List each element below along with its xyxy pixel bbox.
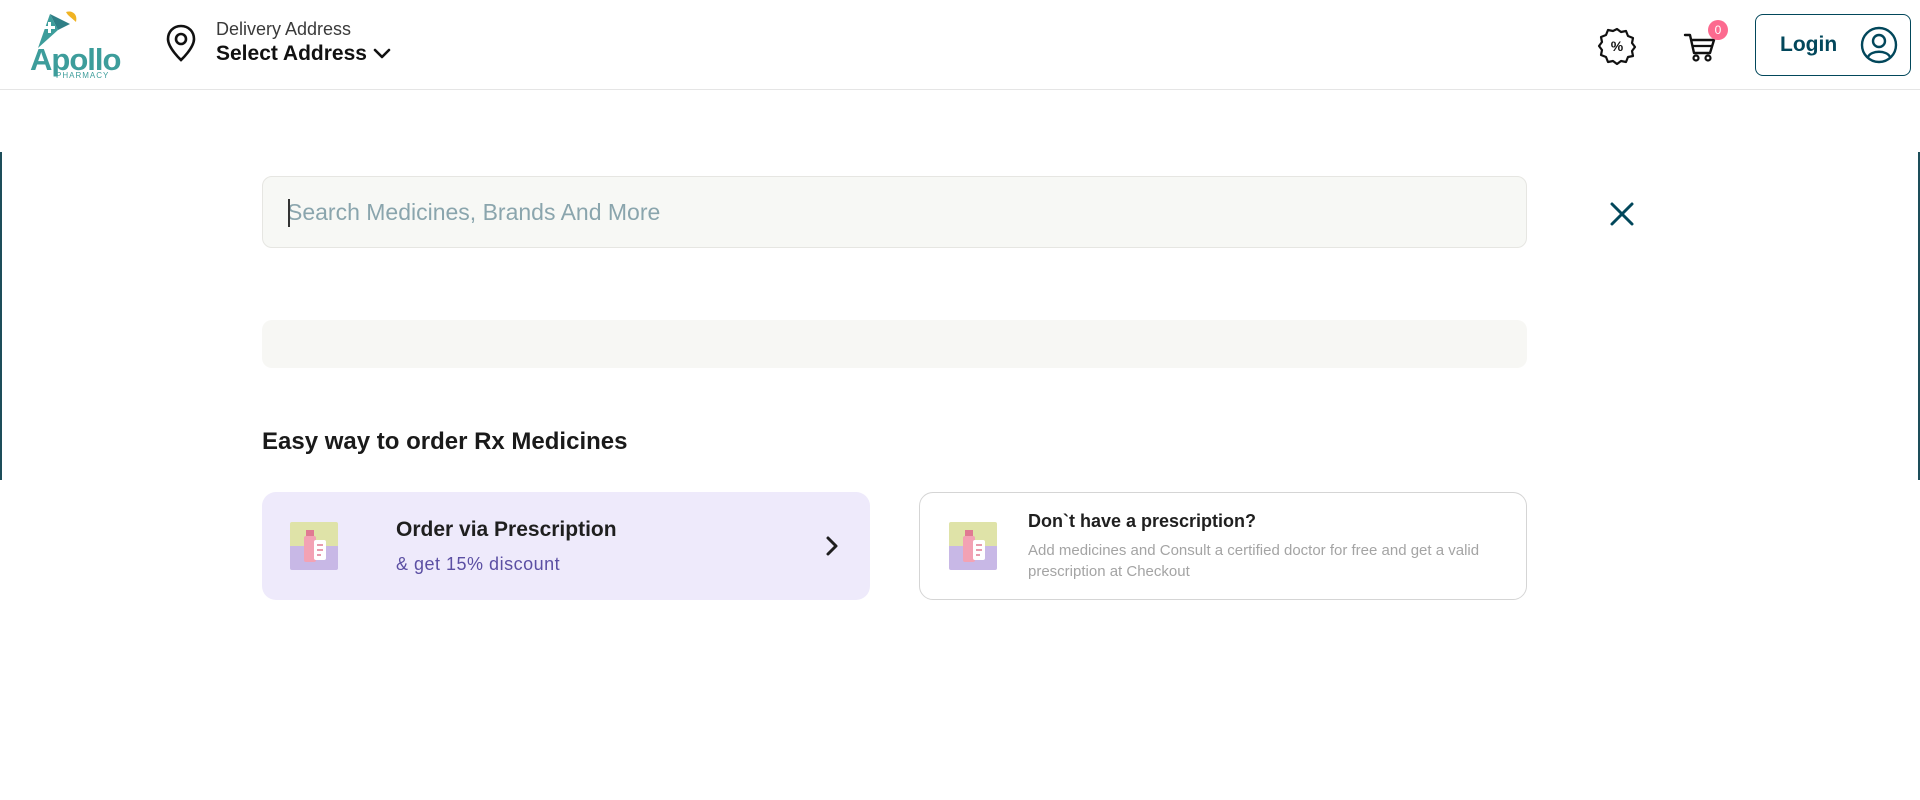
login-button[interactable]: Login	[1755, 14, 1911, 76]
chevron-right-icon	[826, 536, 838, 556]
no-prescription-card[interactable]: Don`t have a prescription? Add medicines…	[919, 492, 1527, 600]
card-title: Order via Prescription	[396, 517, 617, 541]
delivery-address-label: Delivery Address	[216, 19, 352, 39]
rx-section-title: Easy way to order Rx Medicines	[262, 428, 628, 455]
cart-count-badge: 0	[1708, 20, 1728, 40]
close-search-button[interactable]	[1604, 196, 1640, 232]
prescription-illustration-icon	[949, 522, 997, 570]
select-address-text: Select Address	[216, 42, 367, 65]
svg-text:%: %	[1611, 38, 1624, 54]
logo-subtext: PHARMACY	[56, 71, 110, 80]
card-text-group: Order via Prescription & get 15% discoun…	[396, 518, 820, 575]
login-label: Login	[1780, 33, 1838, 56]
search-bar[interactable]	[262, 176, 1527, 248]
address-text-group: Delivery Address Select Address	[216, 18, 391, 68]
search-input[interactable]	[287, 177, 1526, 247]
offers-button[interactable]: %	[1597, 26, 1637, 66]
select-address-value[interactable]: Select Address	[216, 40, 391, 68]
discount-badge-icon: %	[1597, 27, 1637, 66]
user-avatar-icon	[1860, 26, 1898, 64]
order-via-prescription-card[interactable]: Order via Prescription & get 15% discoun…	[262, 492, 870, 600]
left-edge-divider	[0, 152, 2, 480]
prescription-illustration-icon	[290, 522, 338, 570]
card-text-group: Don`t have a prescription? Add medicines…	[1028, 511, 1526, 582]
text-cursor	[288, 199, 290, 227]
cart-button[interactable]: 0	[1680, 20, 1728, 66]
chevron-down-icon	[373, 48, 391, 59]
top-header: Apollo PHARMACY Delivery Address Select …	[0, 0, 1920, 90]
loading-placeholder-bar	[262, 320, 1527, 368]
card-title: Don`t have a prescription?	[1028, 510, 1257, 531]
close-icon	[1610, 202, 1634, 226]
card-subtitle: Add medicines and Consult a certified do…	[1028, 541, 1480, 580]
location-pin-icon	[166, 24, 196, 62]
delivery-address-selector[interactable]: Delivery Address Select Address	[164, 18, 391, 68]
card-subtitle: & get 15% discount	[396, 553, 561, 574]
apollo-pharmacy-logo[interactable]: Apollo PHARMACY	[28, 10, 121, 82]
